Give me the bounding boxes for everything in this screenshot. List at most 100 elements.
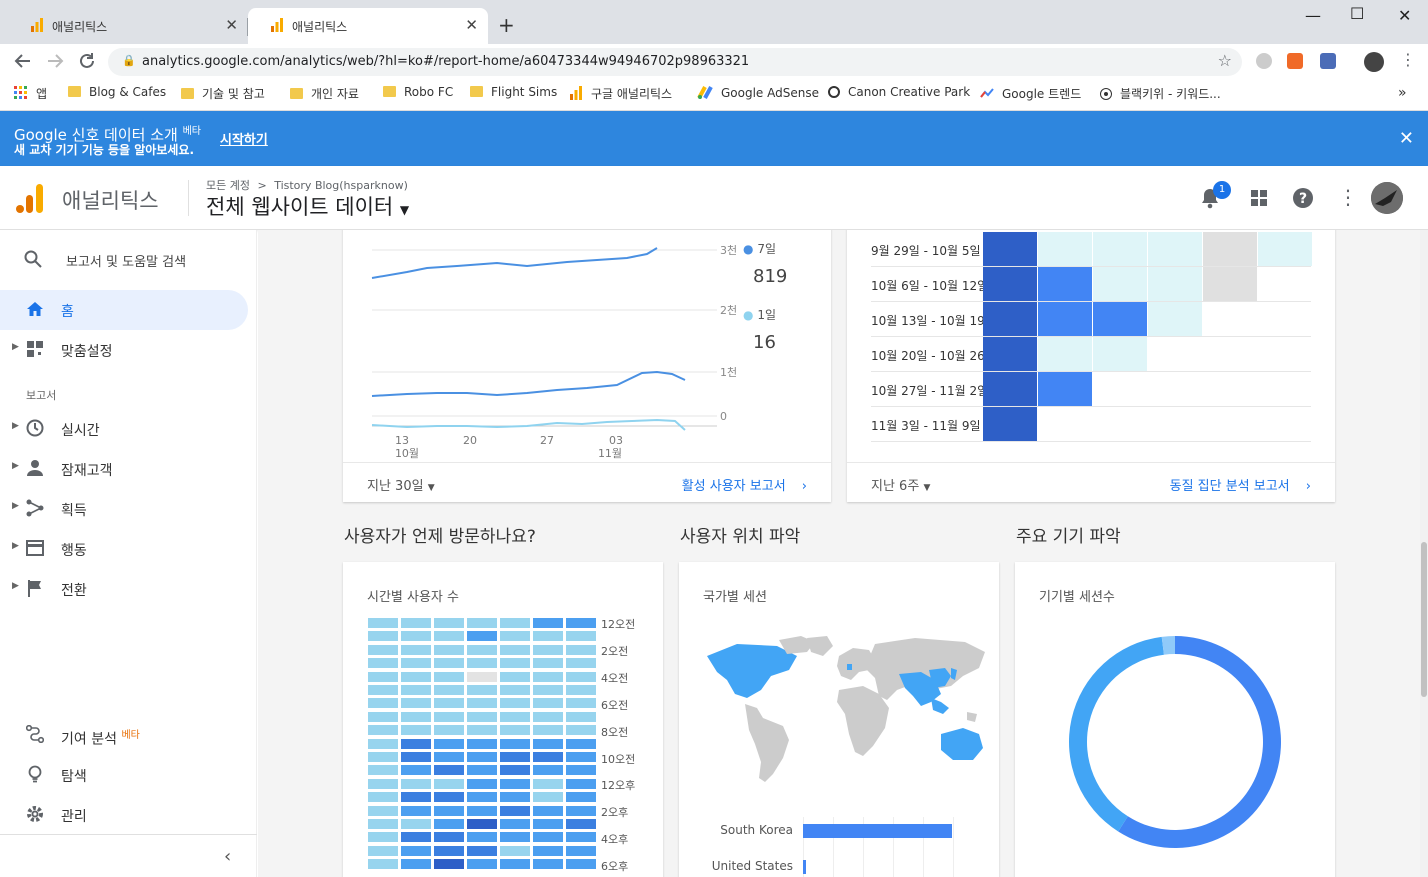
heatmap-cell[interactable] (533, 859, 563, 870)
heatmap-cell[interactable] (368, 859, 398, 870)
heatmap-cell[interactable] (401, 618, 431, 628)
heatmap-cell[interactable] (401, 658, 431, 669)
heatmap-cell[interactable] (533, 819, 563, 829)
heatmap-cell[interactable] (368, 805, 398, 816)
heatmap-cell[interactable] (566, 765, 596, 776)
cohort-cell[interactable] (983, 337, 1037, 371)
heatmap-cell[interactable] (533, 631, 563, 642)
bookmark-folder[interactable]: 개인 자료 (290, 85, 359, 102)
heatmap-cell[interactable] (401, 725, 431, 736)
bookmark-apps[interactable]: 앱 (14, 85, 47, 102)
cohort-cell[interactable] (1093, 302, 1147, 336)
heatmap-cell[interactable] (500, 819, 530, 829)
cohort-cell[interactable] (1203, 267, 1257, 301)
heatmap-cell[interactable] (533, 725, 563, 736)
heatmap-cell[interactable] (566, 658, 596, 669)
cohort-cell[interactable] (1093, 267, 1147, 301)
heatmap-cell[interactable] (566, 752, 596, 762)
heatmap-cell[interactable] (566, 738, 596, 749)
heatmap-cell[interactable] (467, 845, 497, 856)
heatmap-cell[interactable] (434, 738, 464, 749)
heatmap-cell[interactable] (566, 819, 596, 829)
heatmap-cell[interactable] (401, 631, 431, 642)
heatmap-cell[interactable] (401, 698, 431, 709)
url-field[interactable]: 🔒 analytics.google.com/analytics/web/?hl… (108, 48, 1242, 76)
heatmap-cell[interactable] (434, 752, 464, 762)
period-selector[interactable]: 지난 30일 ▼ (367, 475, 435, 494)
close-tab-icon[interactable]: ✕ (225, 16, 238, 34)
heatmap-cell[interactable] (434, 698, 464, 709)
view-selector[interactable]: 전체 웹사이트 데이터 ▼ (206, 191, 409, 221)
heatmap-cell[interactable] (533, 805, 563, 816)
heatmap-cell[interactable] (533, 738, 563, 749)
heatmap-cell[interactable] (467, 859, 497, 870)
close-tab-icon[interactable]: ✕ (465, 16, 478, 34)
heatmap-cell[interactable] (500, 631, 530, 642)
heatmap-cell[interactable] (434, 725, 464, 736)
heatmap-cell[interactable] (533, 832, 563, 843)
heatmap-cell[interactable] (533, 618, 563, 628)
period-selector[interactable]: 지난 6주 ▼ (871, 475, 930, 494)
heatmap-cell[interactable] (533, 752, 563, 762)
heatmap-cell[interactable] (467, 832, 497, 843)
donut-slice[interactable] (1118, 636, 1281, 848)
cohort-cell[interactable] (1148, 302, 1202, 336)
cohort-cell[interactable] (1038, 372, 1092, 406)
close-window-icon[interactable]: ✕ (1398, 6, 1411, 25)
heatmap-cell[interactable] (467, 805, 497, 816)
sidebar-search[interactable]: 보고서 및 도움말 검색 (0, 240, 257, 280)
donut-slice[interactable] (1161, 636, 1175, 655)
heatmap-cell[interactable] (500, 845, 530, 856)
heatmap-cell[interactable] (467, 725, 497, 736)
heatmap-cell[interactable] (434, 711, 464, 722)
sidebar-item-home[interactable]: 홈 (0, 290, 248, 330)
cohort-cell[interactable] (983, 407, 1037, 441)
heatmap-cell[interactable] (368, 778, 398, 789)
heatmap-cell[interactable] (368, 738, 398, 749)
heatmap-cell[interactable] (500, 738, 530, 749)
extension-icon[interactable] (1287, 53, 1303, 69)
heatmap-cell[interactable] (467, 778, 497, 789)
heatmap-cell[interactable] (368, 658, 398, 669)
bookmark-folder[interactable]: Robo FC (383, 85, 453, 99)
heatmap-cell[interactable] (533, 671, 563, 682)
heatmap-cell[interactable] (368, 725, 398, 736)
heatmap-cell[interactable] (368, 685, 398, 695)
more-vert-icon[interactable]: ⋮ (1338, 185, 1358, 209)
bookmark-link[interactable]: Canon Creative Park (828, 85, 970, 99)
bookmark-star-icon[interactable]: ☆ (1218, 51, 1232, 70)
heatmap-cell[interactable] (434, 658, 464, 669)
heatmap-cell[interactable] (500, 792, 530, 803)
heatmap-cell[interactable] (368, 618, 398, 628)
heatmap-cell[interactable] (500, 698, 530, 709)
heatmap-cell[interactable] (467, 618, 497, 628)
heatmap-cell[interactable] (467, 658, 497, 669)
heatmap-cell[interactable] (533, 658, 563, 669)
collapse-sidebar-icon[interactable]: ‹ (224, 846, 231, 867)
sidebar-item-realtime[interactable]: ▶ 실시간 (0, 409, 257, 449)
heatmap-cell[interactable] (566, 725, 596, 736)
heatmap-cell[interactable] (434, 671, 464, 682)
heatmap-cell[interactable] (401, 711, 431, 722)
heatmap-cell[interactable] (434, 819, 464, 829)
heatmap-cell[interactable] (467, 711, 497, 722)
heatmap-cell[interactable] (434, 631, 464, 642)
cohort-cell[interactable] (1093, 232, 1147, 266)
heatmap-cell[interactable] (467, 752, 497, 762)
cohort-cell[interactable] (1038, 302, 1092, 336)
country-bar[interactable] (803, 824, 952, 838)
new-tab-icon[interactable]: + (498, 13, 515, 37)
cohort-cell[interactable] (1038, 267, 1092, 301)
sidebar-item-discover[interactable]: 탐색 (0, 755, 257, 795)
cohort-cell[interactable] (1148, 232, 1202, 266)
forward-icon[interactable] (46, 52, 64, 70)
heatmap-cell[interactable] (368, 671, 398, 682)
heatmap-cell[interactable] (566, 671, 596, 682)
heatmap-cell[interactable] (566, 778, 596, 789)
cohort-cell[interactable] (1038, 232, 1092, 266)
heatmap-cell[interactable] (500, 765, 530, 776)
heatmap-cell[interactable] (434, 618, 464, 628)
heatmap-cell[interactable] (533, 644, 563, 655)
heatmap-cell[interactable] (434, 765, 464, 776)
sidebar-item-audience[interactable]: ▶ 잠재고객 (0, 449, 257, 489)
